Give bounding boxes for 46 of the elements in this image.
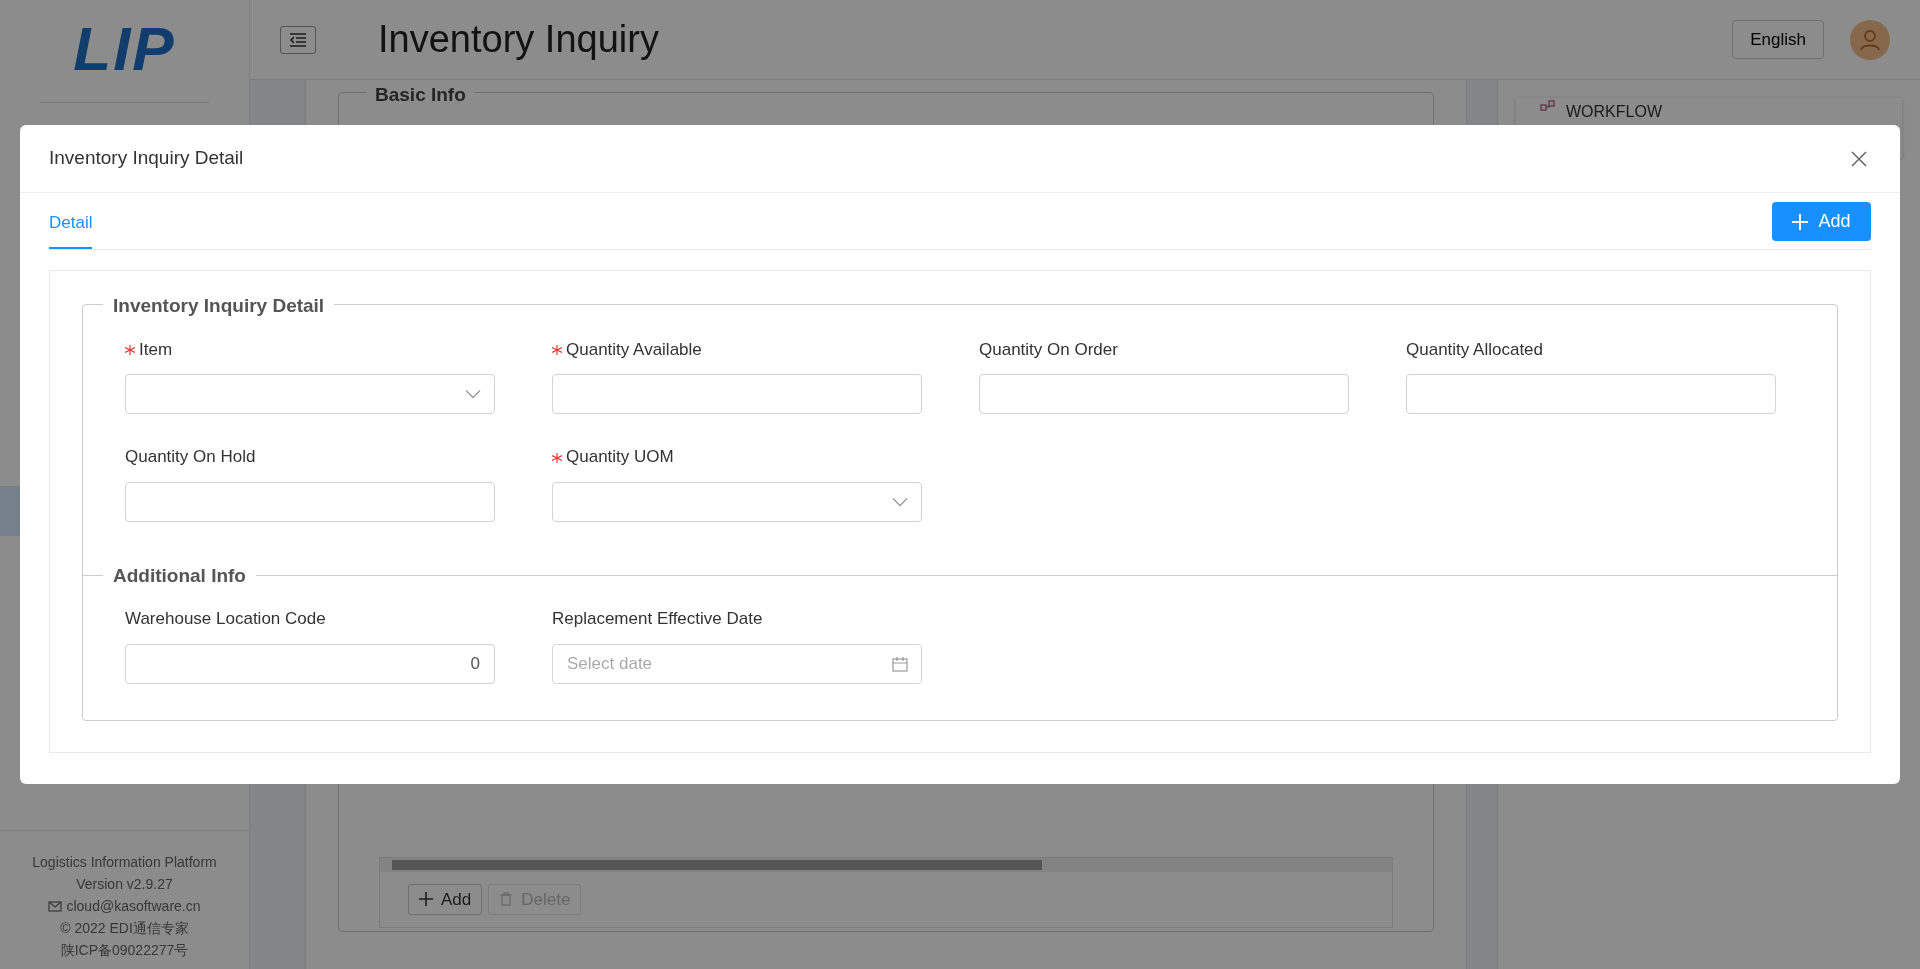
language-button[interactable]: English — [1732, 19, 1824, 60]
footer-text: © 2022 EDI通信专家 — [59, 919, 190, 938]
input-field[interactable] — [979, 374, 1349, 414]
asterisk-icon — [552, 345, 562, 355]
input-field[interactable] — [125, 481, 495, 522]
page-title: Inventory Inquiry — [378, 17, 659, 62]
tab[interactable]: Detail — [49, 209, 93, 249]
asterisk-icon — [125, 345, 135, 355]
field-label: Quantity On Order — [979, 338, 1119, 361]
close-icon — [1851, 150, 1867, 167]
select-field[interactable] — [552, 481, 922, 522]
footer-text: Version v2.9.27 — [75, 875, 174, 894]
field-label: Quantity On Hold — [125, 446, 257, 468]
panel-title: WORKFLOW — [1566, 102, 1662, 122]
email-link[interactable]: cloud@kasoftware.cn — [66, 895, 201, 917]
logo: LIP — [72, 18, 177, 80]
dialog-title: Inventory Inquiry Detail — [49, 146, 244, 171]
menu-toggle-button[interactable] — [280, 25, 316, 54]
input-field[interactable] — [552, 374, 922, 414]
workflow-icon — [1540, 100, 1556, 112]
horizontal-scrollbar[interactable] — [380, 857, 1392, 872]
input-field[interactable] — [1406, 374, 1776, 414]
footer-text: Logistics Information Platform — [31, 853, 218, 872]
mail-icon — [48, 900, 63, 912]
chevron-down-icon — [892, 497, 908, 506]
menu-icon — [289, 32, 307, 47]
trash-icon — [499, 892, 514, 907]
field-label: Quantity Available — [552, 336, 922, 362]
user-icon — [1859, 28, 1881, 51]
add-button[interactable]: Add — [408, 883, 483, 915]
field-label: Item — [125, 336, 495, 362]
chevron-down-icon — [465, 389, 481, 399]
asterisk-icon — [552, 452, 562, 463]
calendar-icon — [892, 655, 908, 672]
field-label: Quantity UOM — [552, 444, 922, 470]
user-avatar[interactable] — [1850, 19, 1890, 60]
field-label: Replacement Effective Date — [552, 608, 764, 630]
plus-icon — [419, 892, 433, 907]
date-field[interactable]: Select date — [552, 643, 922, 684]
plus-icon — [1792, 213, 1809, 230]
field-label: Warehouse Location Code — [125, 608, 327, 630]
field-label: Quantity Allocated — [1406, 338, 1545, 361]
number-field[interactable]: 0 — [125, 643, 495, 684]
footer-text: 陕ICP备09022277号 — [59, 941, 190, 960]
add-button[interactable]: Add — [1772, 202, 1871, 241]
select-field[interactable] — [125, 374, 495, 414]
